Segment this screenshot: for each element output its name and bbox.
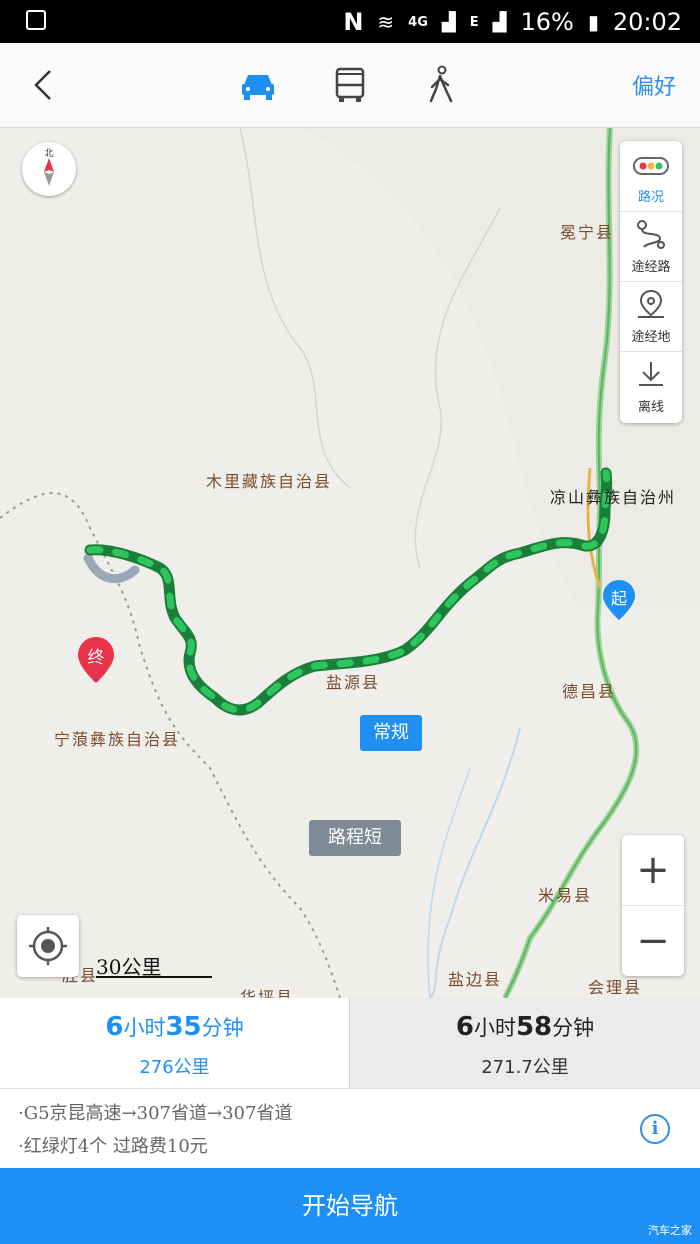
location-pin-icon — [638, 289, 664, 318]
end-marker-label: 终 — [87, 648, 105, 668]
nfc-icon: N — [343, 8, 364, 36]
scale-bar — [96, 976, 212, 978]
route-2-hours-unit: 小时 — [473, 1016, 516, 1040]
route-tag-shorter[interactable]: 路程短 — [309, 820, 401, 856]
route-options: 6小时35分钟 276公里 6小时58分钟 271.7公里 — [0, 998, 700, 1088]
map-tools-panel: 路况 途经路 途经地 离线 — [620, 141, 682, 423]
svg-text:北: 北 — [44, 148, 53, 159]
map-canvas — [0, 128, 700, 998]
route-2-time: 6小时58分钟 — [350, 1012, 700, 1042]
route-extra-info: ·红绿灯4个 过路费10元 — [18, 1136, 208, 1157]
route-1-distance: 276公里 — [139, 1057, 210, 1078]
start-navigation-button[interactable]: 开始导航 — [0, 1168, 700, 1244]
route-1-hours: 6 — [105, 1012, 124, 1042]
start-marker: 起 — [603, 580, 635, 620]
signal-icon-2: ▟ — [492, 11, 507, 33]
download-icon — [639, 362, 663, 386]
place-label-mianning: 冕宁县 — [560, 223, 615, 242]
route-mode-bar: 偏好 — [0, 43, 700, 128]
locate-button[interactable] — [17, 915, 79, 977]
back-icon[interactable] — [24, 65, 64, 105]
zoom-in-button[interactable]: + — [622, 835, 684, 906]
place-label-yanbian: 盐边县 — [448, 970, 503, 989]
place-label-miyi: 米易县 — [538, 886, 593, 905]
place-label-liangshan: 凉山彝族自治州 — [550, 488, 677, 507]
preference-button[interactable]: 偏好 — [632, 69, 676, 101]
place-label-muli: 木里藏族自治县 — [206, 472, 333, 491]
status-indicators: N ≋ 4G ▟ E ▟ 16% ▮ 20:02 — [343, 4, 682, 40]
route-option-1[interactable]: 6小时35分钟 276公里 — [0, 998, 349, 1088]
offline-button[interactable]: 离线 — [620, 351, 682, 421]
place-label-ninglang: 宁蒗彝族自治县 — [54, 730, 181, 749]
bus-icon[interactable] — [328, 63, 372, 107]
place-label-huaping: 华坪县 — [240, 988, 295, 998]
via-road-button[interactable]: 途经路 — [620, 211, 682, 282]
network-label: 4G — [408, 14, 428, 30]
wifi-icon: ≋ — [377, 10, 395, 34]
watermark: 汽车之家 — [648, 1224, 692, 1237]
route-tag-regular[interactable]: 常规 — [360, 715, 422, 751]
route-details: ·G5京昆高速→307省道→307省道 ·红绿灯4个 过路费10元 — [0, 1088, 700, 1169]
place-label-huili: 会理县 — [588, 978, 643, 997]
end-marker: 终 — [78, 637, 114, 683]
car-icon[interactable] — [236, 63, 280, 107]
via-road-icon — [637, 220, 665, 249]
place-label-yanyuan: 盐源县 — [326, 673, 381, 692]
start-marker-label: 起 — [610, 589, 627, 608]
route-2-minutes-unit: 分钟 — [552, 1016, 595, 1040]
traffic-label: 路况 — [637, 190, 664, 205]
route-roads: ·G5京昆高速→307省道→307省道 — [18, 1103, 293, 1124]
gallery-icon — [26, 10, 46, 30]
route-2-minutes: 58 — [515, 1012, 553, 1042]
route-option-2[interactable]: 6小时58分钟 271.7公里 — [349, 998, 700, 1088]
zoom-out-button[interactable]: − — [622, 906, 684, 976]
place-label-dechang: 德昌县 — [562, 682, 617, 701]
battery-icon: ▮ — [587, 10, 599, 34]
route-2-distance: 271.7公里 — [481, 1057, 569, 1078]
route-1-minutes-unit: 分钟 — [201, 1016, 244, 1040]
via-road-label: 途经路 — [631, 260, 671, 275]
status-bar: N ≋ 4G ▟ E ▟ 16% ▮ 20:02 — [0, 0, 700, 43]
walk-icon[interactable] — [420, 63, 464, 107]
sim-label: E — [469, 14, 479, 30]
map-view[interactable]: 木里藏族自治县 冕宁县 凉山彝族自治州 宁蒗彝族自治县 盐源县 德昌县 米易县 … — [0, 128, 700, 998]
traffic-button[interactable]: 路况 — [620, 141, 682, 212]
traffic-light-icon — [633, 157, 669, 175]
route-1-minutes: 35 — [165, 1012, 202, 1042]
compass-icon[interactable]: 北 — [22, 142, 76, 196]
signal-icon: ▟ — [441, 11, 456, 33]
zoom-controls: + − — [622, 835, 684, 976]
offline-label: 离线 — [637, 400, 664, 415]
battery-percent: 16% — [520, 8, 574, 36]
info-icon[interactable]: i — [640, 1114, 670, 1144]
route-1-hours-unit: 小时 — [123, 1016, 166, 1040]
via-place-button[interactable]: 途经地 — [620, 281, 682, 352]
via-place-label: 途经地 — [631, 330, 671, 345]
route-2-hours: 6 — [455, 1012, 474, 1042]
route-1-time: 6小时35分钟 — [0, 1012, 349, 1042]
locate-icon — [29, 927, 67, 965]
clock: 20:02 — [612, 8, 682, 36]
